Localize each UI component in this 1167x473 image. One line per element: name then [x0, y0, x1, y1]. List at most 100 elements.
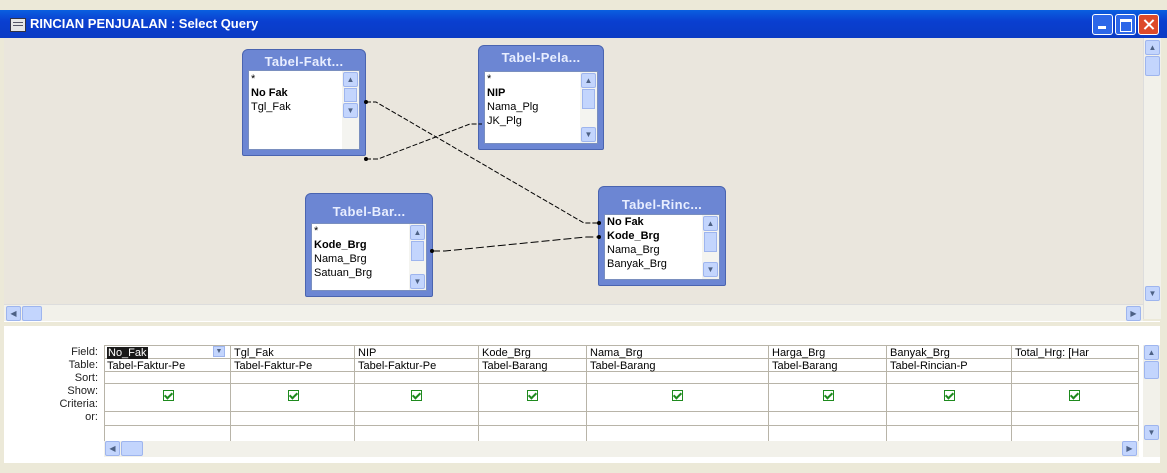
- scroll-up-icon[interactable]: ▲: [1144, 345, 1159, 360]
- grid-column[interactable]: Harga_Brg Tabel-Barang: [769, 345, 887, 452]
- field-cell[interactable]: Harga_Brg: [772, 347, 825, 359]
- scroll-thumb[interactable]: [411, 241, 424, 261]
- field-item[interactable]: Nama_Brg: [607, 244, 660, 256]
- table-cell[interactable]: Tabel-Faktur-Pe: [234, 360, 312, 372]
- show-checkbox[interactable]: [288, 390, 299, 401]
- design-grid[interactable]: Field: Table: Sort: Show: Criteria: or: …: [4, 326, 1160, 463]
- scroll-up-icon[interactable]: ▲: [343, 72, 358, 87]
- table-pane-horizontal-scrollbar[interactable]: ◀ ▶: [4, 304, 1143, 322]
- field-item-primary-key[interactable]: No Fak: [251, 87, 288, 99]
- field-list[interactable]: * Kode_Brg Nama_Brg Satuan_Brg ▲ ▼: [311, 223, 427, 291]
- field-item-primary-key[interactable]: Kode_Brg: [607, 230, 660, 242]
- field-list-scrollbar[interactable]: ▲ ▼: [580, 72, 597, 143]
- scroll-right-icon[interactable]: ▶: [1122, 441, 1137, 456]
- table-cell[interactable]: Tabel-Faktur-Pe: [107, 360, 185, 372]
- show-checkbox[interactable]: [527, 390, 538, 401]
- show-checkbox[interactable]: [944, 390, 955, 401]
- maximize-button[interactable]: [1115, 14, 1136, 35]
- query-icon: [10, 18, 26, 32]
- scroll-down-icon[interactable]: ▼: [1144, 425, 1159, 440]
- field-item[interactable]: Nama_Plg: [487, 101, 538, 113]
- field-list[interactable]: No Fak Kode_Brg Nama_Brg Banyak_Brg ▲ ▼: [604, 214, 720, 280]
- field-list[interactable]: * No Fak Tgl_Fak ▲ ▼: [248, 70, 360, 150]
- scroll-up-icon[interactable]: ▲: [703, 216, 718, 231]
- field-item-primary-key[interactable]: Kode_Brg: [314, 239, 367, 251]
- grid-column[interactable]: Total_Hrg: [Har: [1012, 345, 1139, 452]
- table-box-faktur[interactable]: Tabel-Fakt... * No Fak Tgl_Fak ▲ ▼: [242, 49, 366, 156]
- title-bar[interactable]: RINCIAN PENJUALAN : Select Query: [0, 10, 1167, 38]
- field-list-scrollbar[interactable]: ▲ ▼: [342, 71, 359, 149]
- field-cell[interactable]: Kode_Brg: [482, 347, 531, 359]
- minimize-button[interactable]: [1092, 14, 1113, 35]
- grid-vertical-scrollbar[interactable]: ▲ ▼: [1143, 345, 1160, 457]
- grid-column[interactable]: NIP Tabel-Faktur-Pe: [355, 345, 479, 452]
- scroll-left-icon[interactable]: ◀: [6, 306, 21, 321]
- scroll-down-icon[interactable]: ▼: [410, 274, 425, 289]
- table-box-pelanggan[interactable]: Tabel-Pela... * NIP Nama_Plg JK_Plg ▲ ▼: [478, 45, 604, 150]
- table-box-rincian[interactable]: Tabel-Rinc... No Fak Kode_Brg Nama_Brg B…: [598, 186, 726, 286]
- scroll-thumb[interactable]: [704, 232, 717, 252]
- grid-horizontal-scrollbar[interactable]: ◀ ▶: [104, 441, 1139, 457]
- table-title[interactable]: Tabel-Fakt...: [243, 54, 365, 69]
- scroll-down-icon[interactable]: ▼: [1145, 286, 1160, 301]
- field-item[interactable]: Tgl_Fak: [251, 101, 291, 113]
- table-cell[interactable]: Tabel-Rincian-P: [890, 360, 968, 372]
- field-cell[interactable]: Nama_Brg: [590, 347, 643, 359]
- field-item[interactable]: *: [314, 225, 318, 237]
- scroll-thumb[interactable]: [22, 306, 42, 321]
- scroll-left-icon[interactable]: ◀: [105, 441, 120, 456]
- scroll-up-icon[interactable]: ▲: [1145, 40, 1160, 55]
- table-pane[interactable]: Tabel-Fakt... * No Fak Tgl_Fak ▲ ▼ Tabel…: [4, 38, 1143, 319]
- field-item[interactable]: Nama_Brg: [314, 253, 367, 265]
- field-item-primary-key[interactable]: No Fak: [607, 216, 644, 228]
- field-item-primary-key[interactable]: NIP: [487, 87, 505, 99]
- field-list-scrollbar[interactable]: ▲ ▼: [409, 224, 426, 290]
- grid-column[interactable]: Kode_Brg Tabel-Barang: [479, 345, 587, 452]
- field-item[interactable]: JK_Plg: [487, 115, 522, 127]
- field-cell[interactable]: No_Fak: [107, 347, 148, 359]
- field-list[interactable]: * NIP Nama_Plg JK_Plg ▲ ▼: [484, 71, 598, 144]
- field-cell[interactable]: Banyak_Brg: [890, 347, 950, 359]
- table-title[interactable]: Tabel-Rinc...: [599, 197, 725, 212]
- field-item[interactable]: *: [251, 73, 255, 85]
- table-cell[interactable]: Tabel-Barang: [482, 360, 547, 372]
- scroll-thumb[interactable]: [582, 89, 595, 109]
- table-cell[interactable]: Tabel-Barang: [772, 360, 837, 372]
- scroll-down-icon[interactable]: ▼: [581, 127, 596, 142]
- scroll-up-icon[interactable]: ▲: [581, 73, 596, 88]
- table-box-barang[interactable]: Tabel-Bar... * Kode_Brg Nama_Brg Satuan_…: [305, 193, 433, 297]
- table-cell[interactable]: Tabel-Faktur-Pe: [358, 360, 436, 372]
- field-cell[interactable]: NIP: [358, 347, 376, 359]
- show-checkbox[interactable]: [823, 390, 834, 401]
- field-item[interactable]: Banyak_Brg: [607, 258, 667, 270]
- field-cell[interactable]: Total_Hrg: [Har: [1015, 347, 1137, 359]
- scroll-thumb[interactable]: [121, 441, 143, 456]
- grid-column[interactable]: Nama_Brg Tabel-Barang: [587, 345, 769, 452]
- field-cell-value[interactable]: No_Fak: [107, 347, 148, 359]
- scroll-right-icon[interactable]: ▶: [1126, 306, 1141, 321]
- show-checkbox[interactable]: [411, 390, 422, 401]
- grid-column[interactable]: Tgl_Fak Tabel-Faktur-Pe: [231, 345, 355, 452]
- field-cell[interactable]: Tgl_Fak: [234, 347, 274, 359]
- grid-column[interactable]: Banyak_Brg Tabel-Rincian-P: [887, 345, 1012, 452]
- scroll-thumb[interactable]: [1144, 361, 1159, 379]
- table-title[interactable]: Tabel-Pela...: [479, 50, 603, 65]
- table-cell[interactable]: Tabel-Barang: [590, 360, 655, 372]
- dropdown-arrow-icon[interactable]: ▼: [213, 346, 225, 357]
- show-checkbox[interactable]: [672, 390, 683, 401]
- table-title[interactable]: Tabel-Bar...: [306, 204, 432, 219]
- scroll-down-icon[interactable]: ▼: [703, 262, 718, 277]
- close-button[interactable]: [1138, 14, 1159, 35]
- scroll-thumb[interactable]: [344, 88, 357, 102]
- field-item[interactable]: *: [487, 73, 491, 85]
- scroll-thumb[interactable]: [1145, 56, 1160, 76]
- show-checkbox[interactable]: [1069, 390, 1080, 401]
- field-item[interactable]: Satuan_Brg: [314, 267, 372, 279]
- field-list-scrollbar[interactable]: ▲ ▼: [702, 215, 719, 279]
- row-label-show: Show:: [67, 385, 98, 397]
- scroll-up-icon[interactable]: ▲: [410, 225, 425, 240]
- show-checkbox[interactable]: [163, 390, 174, 401]
- table-pane-vertical-scrollbar[interactable]: ▲ ▼: [1143, 38, 1161, 319]
- grid-column[interactable]: No_Fak ▼ Tabel-Faktur-Pe: [104, 345, 231, 452]
- scroll-down-icon[interactable]: ▼: [343, 103, 358, 118]
